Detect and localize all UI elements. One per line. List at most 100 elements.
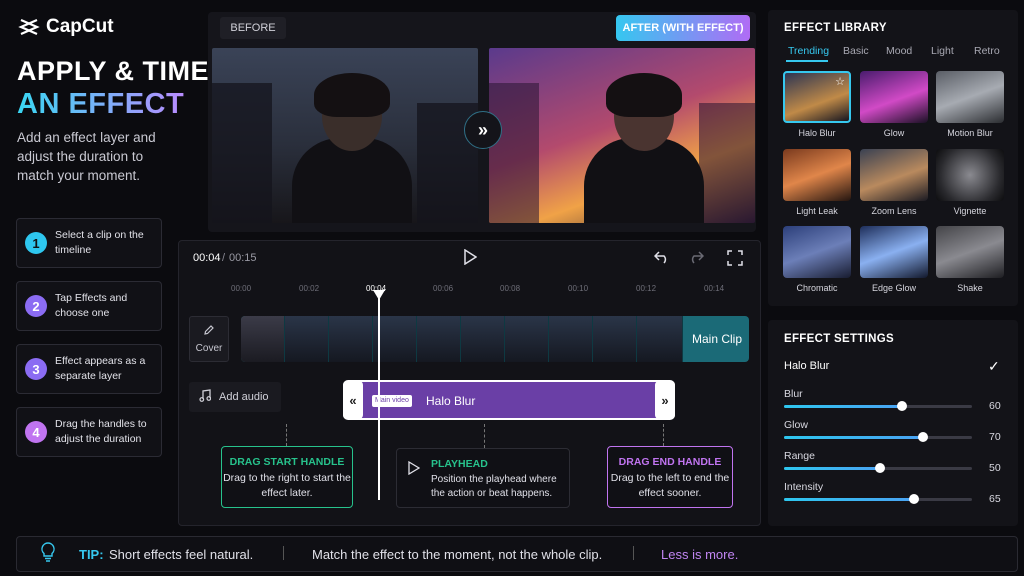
effect-tile-label: Light Leak (796, 206, 838, 216)
lightbulb-icon (40, 542, 56, 567)
effect-tile[interactable]: ☆ (783, 71, 851, 123)
step-number: 3 (25, 358, 47, 380)
slider-knob[interactable] (874, 463, 885, 473)
effect-tile[interactable] (936, 71, 1004, 123)
slider-track[interactable] (784, 432, 972, 442)
slider-track[interactable] (784, 463, 972, 473)
cover-button[interactable]: Cover (189, 316, 229, 362)
fullscreen-icon[interactable] (727, 250, 743, 271)
library-tab-trending[interactable]: Trending (788, 45, 829, 57)
effect-tile[interactable] (860, 149, 928, 201)
add-audio-label: Add audio (219, 391, 269, 403)
add-audio-button[interactable]: Add audio (189, 382, 281, 412)
hero-title-line1: APPLY & TIME (17, 56, 210, 86)
divider (283, 546, 284, 560)
after-tab[interactable]: AFTER (WITH EFFECT) (616, 15, 750, 41)
slider-value: 70 (989, 431, 1001, 443)
step-1: 1 Select a clip on the timeline (16, 218, 162, 268)
callout-playhead: PLAYHEAD Position the playhead where the… (396, 448, 570, 508)
brand-logo: CapCut (18, 16, 114, 38)
redo-icon[interactable] (688, 250, 705, 269)
callout-desc: Drag to the left to end the effect soone… (610, 472, 730, 499)
slider-label: Range (784, 450, 815, 462)
tip-middle-text: Match the effect to the moment, not the … (312, 547, 603, 562)
star-icon[interactable]: ☆ (835, 75, 845, 88)
tick-label: 00:14 (704, 284, 725, 293)
tick-label: 00:02 (299, 284, 320, 293)
library-tab-retro[interactable]: Retro (974, 45, 1000, 57)
callout-title: DRAG START HANDLE (229, 456, 345, 468)
callout-start-handle: DRAG START HANDLE Drag to the right to s… (221, 446, 353, 508)
play-icon[interactable] (463, 248, 478, 270)
slider-label: Intensity (784, 481, 824, 493)
tick-label: 00:06 (433, 284, 454, 293)
brand-name: CapCut (46, 16, 114, 37)
music-note-icon (199, 389, 212, 405)
step-text: Drag the handles to adjust the duration (55, 418, 147, 445)
effect-end-handle[interactable]: » (655, 381, 675, 419)
main-clip[interactable] (241, 316, 749, 362)
slider-track[interactable] (784, 401, 972, 411)
step-4: 4 Drag the handles to adjust the duratio… (16, 407, 162, 457)
step-2: 2 Tap Effects and choose one (16, 281, 162, 331)
tick-label: 00:10 (568, 284, 589, 293)
effect-tile-label: Halo Blur (798, 128, 836, 138)
slider-track[interactable] (784, 494, 972, 504)
slider-value: 50 (989, 462, 1001, 474)
callout-desc: Position the playhead where the action o… (431, 474, 557, 499)
effect-tile-label: Edge Glow (871, 283, 917, 293)
callout-desc: Drag to the right to start the effect la… (223, 472, 351, 499)
effect-start-handle[interactable]: « (343, 381, 363, 419)
tick-label: 00:08 (500, 284, 521, 293)
before-image (212, 48, 478, 223)
effect-tile-label: Zoom Lens (871, 206, 917, 216)
tip-end-text: Less is more. (661, 547, 739, 562)
slider-label: Glow (784, 419, 808, 431)
library-tab-light[interactable]: Light (931, 45, 954, 57)
slider-value: 65 (989, 493, 1001, 505)
hero-title-line2: AN EFFECT (17, 88, 185, 120)
pencil-icon (203, 324, 215, 339)
capcut-logo-icon (18, 17, 40, 37)
step-number: 4 (25, 421, 47, 443)
effect-tile[interactable] (860, 226, 928, 278)
current-time: 00:04 (193, 252, 221, 264)
effect-tile[interactable] (936, 226, 1004, 278)
effect-library-title: EFFECT LIBRARY (784, 22, 887, 34)
callout-title: PLAYHEAD (431, 458, 488, 470)
step-3: 3 Effect appears as a separate layer (16, 344, 162, 394)
checkmark-icon[interactable]: ✓ (988, 358, 1000, 375)
tick-label: 00:12 (636, 284, 657, 293)
slider-fill (784, 436, 924, 439)
effect-layer-name: Halo Blur (426, 394, 476, 408)
before-tab[interactable]: BEFORE (220, 17, 286, 39)
effect-tile[interactable] (783, 149, 851, 201)
effect-settings-title: EFFECT SETTINGS (784, 333, 894, 345)
effect-tile-label: Shake (957, 283, 983, 293)
effect-tile[interactable] (783, 226, 851, 278)
effect-tile-label: Glow (883, 128, 905, 138)
library-tab-mood[interactable]: Mood (886, 45, 912, 57)
play-outline-icon (408, 460, 421, 480)
total-time: 00:15 (229, 252, 257, 264)
effect-tile-label: Motion Blur (947, 128, 993, 138)
hero-subtitle: Add an effect layer and adjust the durat… (17, 130, 156, 183)
double-chevron-right-icon[interactable]: » (464, 111, 502, 149)
step-text: Tap Effects and choose one (55, 292, 128, 319)
settings-effect-name: Halo Blur (784, 360, 830, 372)
slider-fill (784, 405, 903, 408)
active-tab-indicator (786, 60, 828, 62)
slider-knob[interactable] (908, 494, 919, 504)
slider-fill (784, 467, 880, 470)
effect-tile[interactable] (860, 71, 928, 123)
playhead[interactable] (378, 290, 380, 500)
divider (633, 546, 634, 560)
step-text: Effect appears as a separate layer (55, 355, 146, 382)
undo-icon[interactable] (653, 250, 670, 269)
callout-title: DRAG END HANDLE (618, 456, 722, 468)
library-tab-basic[interactable]: Basic (843, 45, 869, 57)
slider-fill (784, 498, 914, 501)
callout-connector (484, 424, 485, 448)
effect-tile[interactable] (936, 149, 1004, 201)
slider-value: 60 (989, 400, 1001, 412)
